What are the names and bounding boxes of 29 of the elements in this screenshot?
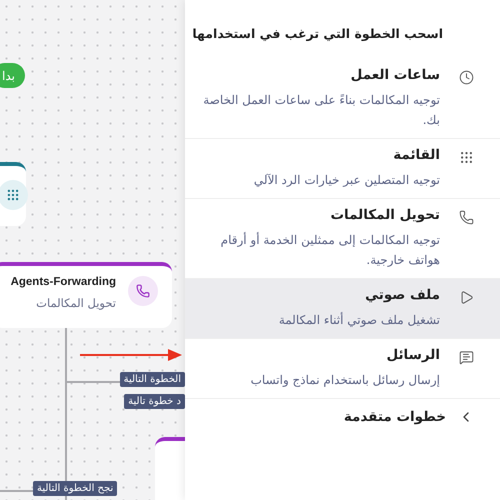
step-description: توجيه المكالمات إلى ممثلين الخدمة أو أرقام هواتف خارجية. — [220, 231, 440, 269]
arrow-icon — [80, 349, 182, 361]
node-title: Agents-Forwarding — [10, 276, 116, 288]
step-description: إرسال رسائل باستخدام نماذج واتساب — [250, 372, 440, 389]
step-item[interactable]: تحويل المكالمات توجيه المكالمات إلى ممثلين الخدمة أو أرقام هواتف خارجية. — [185, 199, 500, 279]
phone-icon — [458, 209, 474, 225]
step-title: ملف صوتي — [364, 287, 440, 305]
step-item[interactable]: ساعات العمل توجيه المكالمات بناءً على ساعات العمل الخاصة بك. — [185, 59, 500, 139]
step-description: توجيه المتصلين عبر خيارات الرد الآلي — [252, 172, 440, 189]
phone-icon — [128, 276, 158, 306]
node-subtitle: تحويل المكالمات — [36, 296, 116, 310]
step-title: تحويل المكالمات — [329, 207, 440, 225]
step-description: تشغيل ملف صوتي أثناء المكالمة — [278, 311, 440, 329]
edge-label: د خطوة تالية — [124, 394, 185, 409]
step-title: القائمة — [392, 147, 440, 165]
step-description: توجيه المكالمات بناءً على ساعات العمل الخاصة بك. — [202, 92, 440, 129]
step-item[interactable]: القائمة توجيه المتصلين عبر خيارات الرد الآلي — [185, 139, 500, 199]
grid-icon — [0, 180, 28, 210]
step-item[interactable]: ملف صوتي تشغيل ملف صوتي أثناء المكالمة — [185, 279, 500, 339]
message-icon — [458, 349, 474, 365]
step-title: الرسائل — [385, 347, 440, 365]
step-item[interactable]: الرسائل إرسال رسائل باستخدام نماذج واتساب — [185, 339, 500, 399]
clock-icon — [458, 69, 474, 85]
step-title: ساعات العمل — [350, 67, 440, 85]
panel-title: اسحب الخطوة التي ترغب في استخدامها — [193, 26, 443, 41]
grid-icon — [458, 149, 474, 165]
edge-label: نجح الخطوة التالية — [33, 481, 118, 496]
advanced-steps-toggle[interactable]: خطوات متقدمة — [185, 399, 500, 435]
edge-label: الخطوة التالية — [120, 372, 185, 387]
